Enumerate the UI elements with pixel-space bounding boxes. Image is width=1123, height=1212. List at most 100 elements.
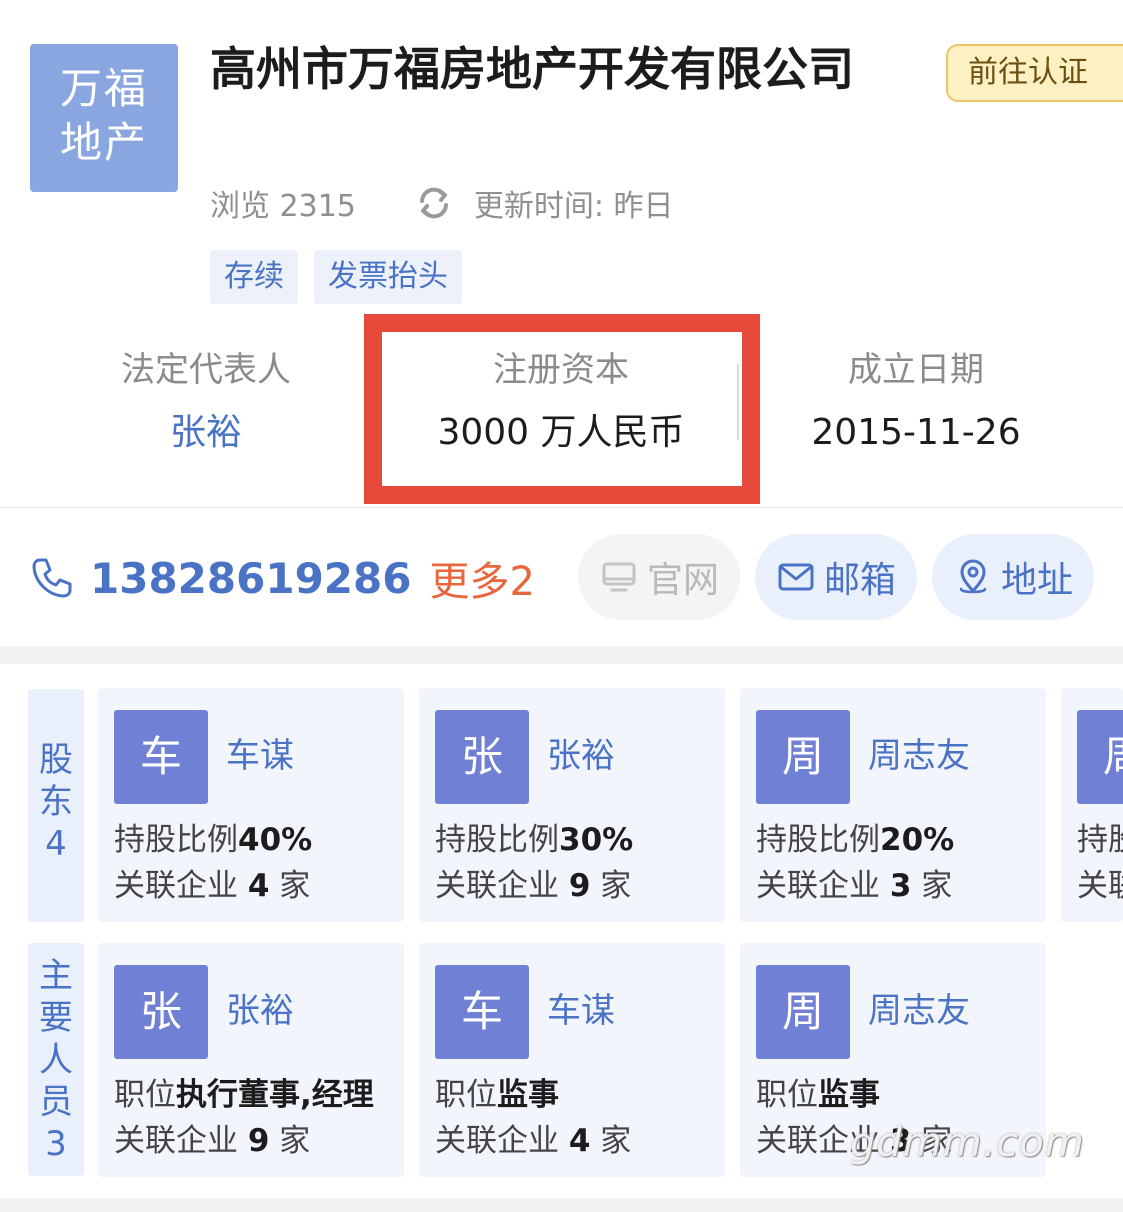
founded-value: 2015-11-26	[811, 412, 1021, 453]
position-label: 职位	[435, 1077, 497, 1113]
staff-count: 3	[45, 1124, 67, 1164]
update-time: 更新时间: 昨日	[473, 189, 674, 224]
related-unit: 家	[279, 1123, 311, 1159]
website-label: 官网	[646, 560, 719, 601]
staff-name[interactable]: 周志友	[868, 983, 970, 1039]
company-logo: 万福 地产	[30, 44, 178, 192]
related-count: 9	[247, 1123, 270, 1159]
founded-date: 成立日期 2015-11-26	[766, 344, 1066, 460]
related-companies: 关联企业 9 家	[435, 864, 631, 908]
view-count: 浏览 2315	[210, 189, 356, 224]
legal-rep-link[interactable]: 张裕	[56, 406, 356, 460]
related-companies: 关联企业 4 家	[435, 1119, 631, 1163]
shareholder-card[interactable]: 张 张裕 持股比例30% 关联企业 9 家	[419, 688, 725, 922]
related-label: 关联企业	[114, 1123, 238, 1159]
staff-card[interactable]: 车 车谋 职位监事 关联企业 4 家	[419, 943, 725, 1177]
position-value: 监事	[818, 1077, 880, 1113]
share-ratio: 持股比例40%	[114, 818, 312, 862]
related-label: 关联企业	[435, 868, 559, 904]
staff-label-char: 主	[39, 956, 73, 996]
staff-position: 职位监事	[435, 1073, 559, 1117]
address-button[interactable]: 地址	[932, 534, 1094, 620]
related-count: 4	[247, 868, 270, 904]
email-button[interactable]: 邮箱	[755, 534, 917, 620]
bottom-separator	[0, 1198, 1123, 1212]
refresh-icon	[419, 187, 448, 219]
mail-icon	[778, 563, 814, 591]
related-count: 9	[568, 868, 591, 904]
logo-text-line1: 万福	[59, 64, 148, 113]
ratio-value: 30%	[559, 822, 634, 858]
watermark: gdmm.com	[850, 1120, 1085, 1166]
related-unit: 家	[600, 1123, 632, 1159]
related-unit: 家	[921, 868, 953, 904]
related-count: 4	[568, 1123, 591, 1159]
verify-button[interactable]: 前往认证	[946, 44, 1123, 102]
ratio-label: 持股比例	[114, 822, 238, 858]
ratio-value: 20%	[880, 822, 955, 858]
ratio-label: 持股比例	[435, 822, 559, 858]
shareholder-card[interactable]: 周 周志友 持股比例20% 关联企业 3 家	[740, 688, 1046, 922]
shareholder-card[interactable]: 车 车谋 持股比例40% 关联企业 4 家	[98, 688, 404, 922]
invoice-tag[interactable]: 发票抬头	[314, 250, 462, 304]
staff-label-char: 要	[39, 998, 73, 1038]
related-companies: 关联企业 3 家	[756, 864, 952, 908]
email-label: 邮箱	[823, 560, 896, 601]
related-unit: 家	[279, 868, 311, 904]
staff-label-char: 员	[39, 1082, 73, 1122]
ratio-value: 40%	[238, 822, 313, 858]
highlight-box	[364, 314, 760, 504]
shareholders-label[interactable]: 股 东 4	[28, 689, 84, 922]
more-phones-link[interactable]: 更多2	[429, 549, 534, 607]
staff-label[interactable]: 主 要 人 员 3	[28, 943, 84, 1176]
avatar: 周	[756, 710, 850, 804]
share-ratio: 持股比例20%	[756, 818, 954, 862]
section-separator	[0, 646, 1123, 664]
related-companies: 关联企业 9 家	[114, 1119, 310, 1163]
avatar: 周	[1077, 710, 1123, 804]
staff-card[interactable]: 张 张裕 职位执行董事,经理 关联企业 9 家	[98, 943, 404, 1177]
location-pin-icon	[959, 559, 987, 594]
logo-text-line2: 地产	[59, 118, 148, 167]
related-label: 关联企业	[435, 1123, 559, 1159]
avatar: 车	[114, 710, 208, 804]
shareholder-name[interactable]: 张裕	[547, 728, 615, 784]
shareholders-label-char: 东	[39, 782, 73, 822]
related-label: 关联企业	[756, 868, 880, 904]
position-value: 监事	[497, 1077, 559, 1113]
staff-position: 职位执行董事,经理	[114, 1073, 374, 1117]
avatar: 周	[756, 965, 850, 1059]
founded-label: 成立日期	[848, 350, 984, 390]
position-label: 职位	[114, 1077, 176, 1113]
status-tag[interactable]: 存续	[210, 250, 298, 304]
share-ratio: 持股比例30%	[435, 818, 633, 862]
related-label: 关联企业	[114, 868, 238, 904]
position-value: 执行董事,经理	[176, 1077, 374, 1113]
staff-name[interactable]: 张裕	[226, 983, 294, 1039]
share-ratio: 持股	[1077, 822, 1123, 858]
website-button[interactable]: 官网	[578, 534, 740, 620]
shareholders-label-char: 股	[39, 740, 73, 780]
related-companies: 关联企业 4 家	[114, 864, 310, 908]
status-tags: 存续 发票抬头	[210, 250, 462, 304]
position-label: 职位	[756, 1077, 818, 1113]
related-unit: 家	[600, 868, 632, 904]
staff-position: 职位监事	[756, 1073, 880, 1117]
avatar: 车	[435, 965, 529, 1059]
phone-number[interactable]: 13828619286	[90, 554, 411, 603]
ratio-label: 持股比例	[756, 822, 880, 858]
avatar: 张	[435, 710, 529, 804]
shareholder-card-partial[interactable]: 周 持股 关联	[1061, 688, 1123, 922]
address-label: 地址	[1000, 560, 1073, 601]
avatar: 张	[114, 965, 208, 1059]
divider	[0, 507, 1123, 508]
legal-rep-label: 法定代表人	[121, 350, 291, 390]
shareholder-name[interactable]: 周志友	[868, 728, 970, 784]
shareholder-name[interactable]: 车谋	[226, 728, 294, 784]
staff-name[interactable]: 车谋	[547, 983, 615, 1039]
legal-representative: 法定代表人 张裕	[56, 344, 356, 460]
related-count: 3	[889, 868, 912, 904]
phone-row[interactable]: 13828619286 更多2	[28, 540, 535, 616]
meta-row: 浏览 2315 更新时间: 昨日	[210, 178, 674, 228]
shareholders-count: 4	[45, 824, 67, 864]
